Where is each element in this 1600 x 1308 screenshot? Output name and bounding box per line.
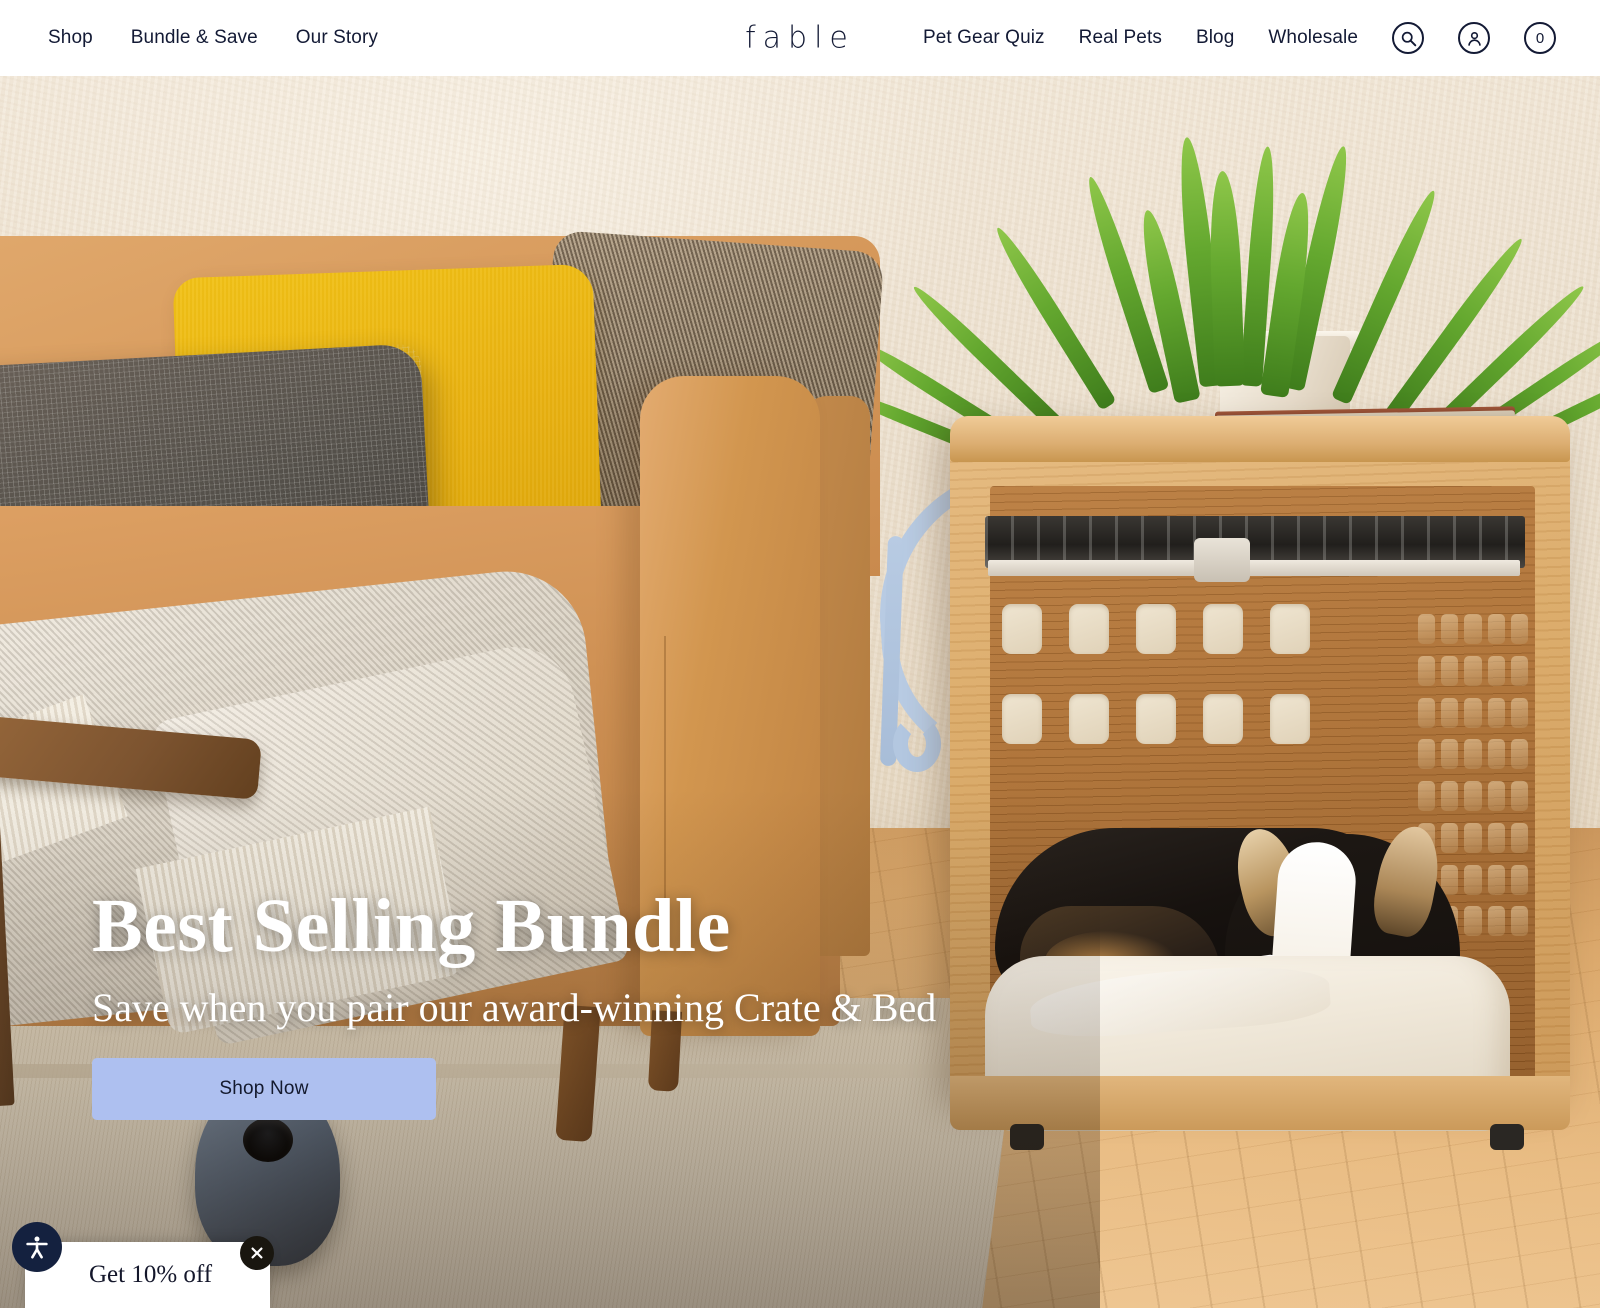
site-logo[interactable]: fable — [745, 21, 855, 56]
crate-vent-row-top — [1002, 604, 1310, 654]
dog-crate-base — [950, 1076, 1570, 1130]
nav-bundle-save[interactable]: Bundle & Save — [131, 27, 258, 49]
crate-vent-row-bottom — [1002, 694, 1310, 744]
crate-caster-left — [1010, 1124, 1044, 1150]
nav-wholesale[interactable]: Wholesale — [1268, 27, 1358, 49]
dog-crate-latch — [1194, 538, 1250, 582]
promo-bar[interactable]: Get 10% off — [25, 1236, 274, 1308]
nav-blog[interactable]: Blog — [1196, 27, 1234, 49]
shop-now-button[interactable]: Shop Now — [92, 1058, 436, 1121]
hero-title: Best Selling Bundle — [92, 884, 731, 968]
account-icon[interactable] — [1458, 22, 1490, 54]
primary-nav-right: Pet Gear Quiz Real Pets Blog Wholesale 0 — [923, 22, 1556, 54]
hero-copy-block: Best Selling Bundle Save when you pair o… — [92, 884, 992, 1121]
dog-crate-plate — [988, 560, 1520, 576]
dog-crate-top — [950, 416, 1570, 462]
promo-text: Get 10% off — [89, 1261, 213, 1288]
crate-caster-right — [1490, 1124, 1524, 1150]
cart-count: 0 — [1535, 29, 1545, 47]
nav-our-story[interactable]: Our Story — [296, 27, 378, 49]
close-icon[interactable] — [240, 1236, 274, 1270]
site-header: Shop Bundle & Save Our Story fable Pet G… — [0, 0, 1600, 76]
page-root: Shop Bundle & Save Our Story fable Pet G… — [0, 0, 1600, 1308]
nav-real-pets[interactable]: Real Pets — [1079, 27, 1162, 49]
dog-toy-opening — [243, 1118, 293, 1162]
cart-icon[interactable]: 0 — [1524, 22, 1556, 54]
hero-subtitle: Save when you pair our award-winning Cra… — [92, 984, 937, 1030]
search-icon[interactable] — [1392, 22, 1424, 54]
nav-shop[interactable]: Shop — [48, 27, 93, 49]
primary-nav-left: Shop Bundle & Save Our Story — [48, 27, 378, 49]
hero-banner-image: fable Best Selling Bundle Save when you … — [0, 76, 1600, 1308]
dog-leash-loop — [893, 716, 941, 772]
nav-pet-gear-quiz[interactable]: Pet Gear Quiz — [923, 27, 1045, 49]
accessibility-icon[interactable] — [12, 1222, 62, 1272]
